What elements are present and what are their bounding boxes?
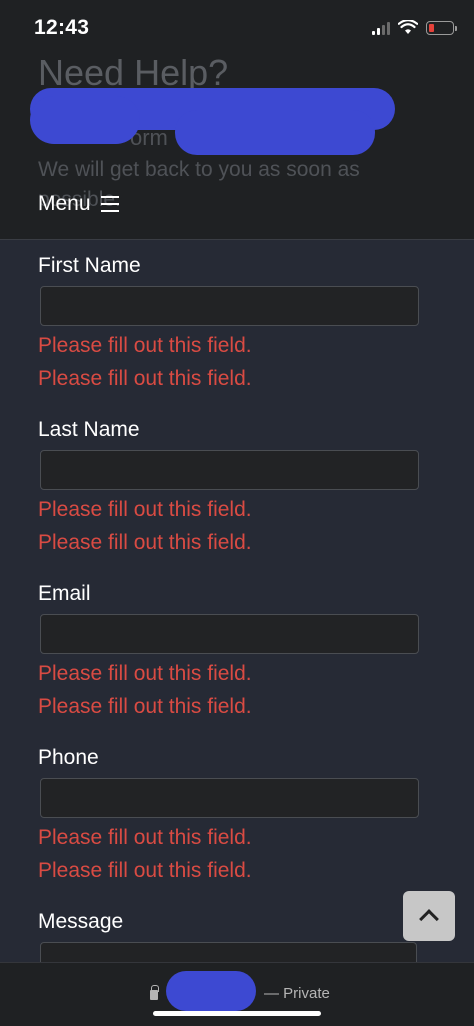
lock-icon [150, 985, 159, 1000]
chevron-up-icon [419, 909, 439, 929]
error-message: Please fill out this field. [38, 859, 252, 882]
error-message: Please fill out this field. [38, 334, 252, 357]
field-label: Message [38, 910, 124, 933]
error-message: Please fill out this field. [38, 531, 252, 554]
status-time: 12:43 [34, 16, 90, 39]
error-message: Please fill out this field. [38, 498, 252, 521]
back-to-top-button[interactable] [403, 891, 455, 941]
redaction-mark [30, 96, 140, 144]
browser-address-bar: — Private [0, 962, 474, 1026]
status-bar: 12:43 [0, 0, 474, 58]
url-display[interactable]: — Private [150, 971, 330, 1011]
hamburger-icon [100, 196, 119, 212]
phone-input[interactable] [40, 778, 419, 818]
last-name-input[interactable] [40, 450, 419, 490]
status-icons [372, 20, 457, 35]
wifi-icon [398, 20, 418, 34]
private-label: — Private [264, 984, 330, 1002]
email-input[interactable] [40, 614, 419, 654]
error-message: Please fill out this field. [38, 826, 252, 849]
home-indicator[interactable] [153, 1011, 321, 1016]
cellular-signal-icon [372, 21, 390, 35]
redaction-mark [175, 110, 375, 155]
field-label: First Name [38, 254, 141, 277]
error-message: Please fill out this field. [38, 695, 252, 718]
field-label: Phone [38, 746, 99, 769]
menu-button[interactable]: Menu [38, 192, 119, 216]
error-message: Please fill out this field. [38, 367, 252, 390]
field-label: Email [38, 582, 91, 605]
error-message: Please fill out this field. [38, 662, 252, 685]
field-label: Last Name [38, 418, 140, 441]
menu-label: Menu [38, 192, 91, 215]
battery-icon [426, 20, 457, 35]
first-name-input[interactable] [40, 286, 419, 326]
battery-level [429, 23, 434, 32]
redaction-mark [166, 971, 256, 1011]
